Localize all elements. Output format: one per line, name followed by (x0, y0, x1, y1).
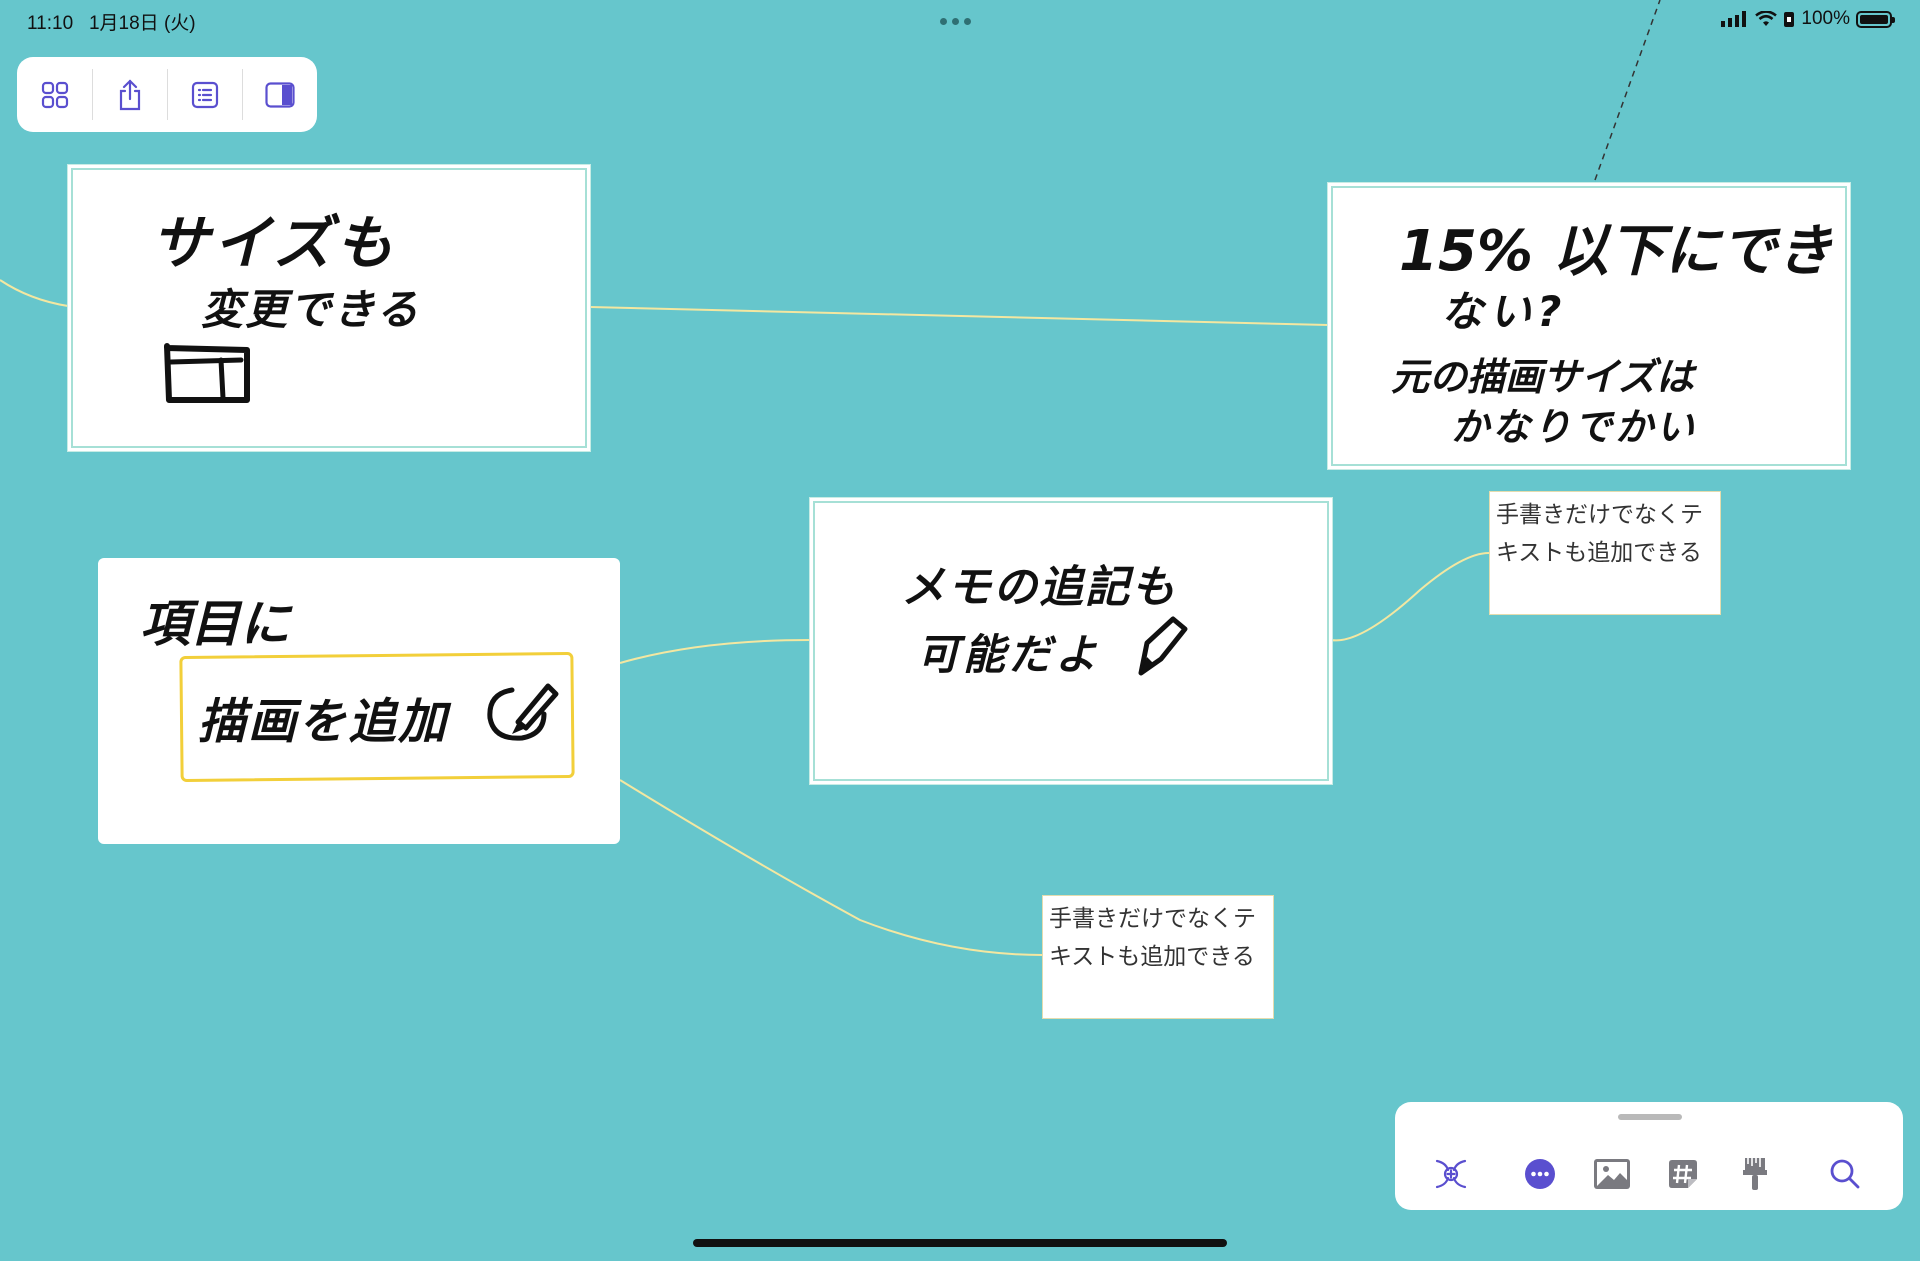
limit-handwriting-line2: ない? (1441, 287, 1568, 336)
memo-handwriting-line2: 可能だよ (917, 630, 1102, 679)
limit-handwriting-line3: 元の描画サイズは (1391, 355, 1694, 399)
home-indicator[interactable] (693, 1239, 1227, 1247)
topic-node-memo[interactable]: メモの追記も 可能だよ (809, 497, 1333, 785)
add-handwriting-line2: 描画を追加 (198, 694, 449, 750)
resize-sketch-icon (164, 343, 250, 403)
size-handwriting-line1: サイズも (151, 209, 398, 277)
topic-node-limit[interactable]: 15% 以下にでき ない? 元の描画サイズは かなりでかい (1327, 182, 1851, 470)
search-icon (1830, 1159, 1860, 1189)
more-icon (1525, 1159, 1555, 1189)
pencil-sketch-icon (1138, 616, 1188, 676)
memo-handwriting-line1: メモの追記も (901, 562, 1177, 613)
search-button[interactable] (1825, 1154, 1865, 1194)
topic-node-size[interactable]: サイズも 変更できる (67, 164, 591, 452)
format-button[interactable] (1735, 1154, 1775, 1194)
text-note-right[interactable]: 手書きだけでなくテキストも追加できる (1489, 491, 1721, 615)
size-handwriting-line2: 変更できる (201, 285, 421, 334)
text-note-bottom[interactable]: 手書きだけでなくテキストも追加できる (1042, 895, 1274, 1019)
tag-button[interactable] (1663, 1154, 1703, 1194)
panel-grabber[interactable] (1618, 1114, 1682, 1120)
more-button[interactable] (1520, 1154, 1560, 1194)
bottom-tool-panel (1395, 1102, 1903, 1210)
add-topic-icon (1435, 1159, 1467, 1189)
tag-icon (1669, 1160, 1697, 1188)
format-brush-icon (1743, 1158, 1767, 1190)
add-topic-button[interactable] (1431, 1154, 1471, 1194)
limit-handwriting-line1: 15% 以下にでき (1399, 219, 1833, 284)
topic-node-add-drawing[interactable]: 項目に 描画を追加 (98, 558, 620, 844)
note-right-text: 手書きだけでなくテキストも追加できる (1496, 502, 1703, 566)
image-button[interactable] (1592, 1154, 1632, 1194)
edit-circle-sketch-icon (487, 683, 559, 741)
limit-handwriting-line4: かなりでかい (1451, 405, 1698, 449)
add-handwriting-line1: 項目に (140, 595, 290, 653)
note-bottom-text: 手書きだけでなくテキストも追加できる (1049, 906, 1256, 970)
image-icon (1594, 1159, 1630, 1189)
